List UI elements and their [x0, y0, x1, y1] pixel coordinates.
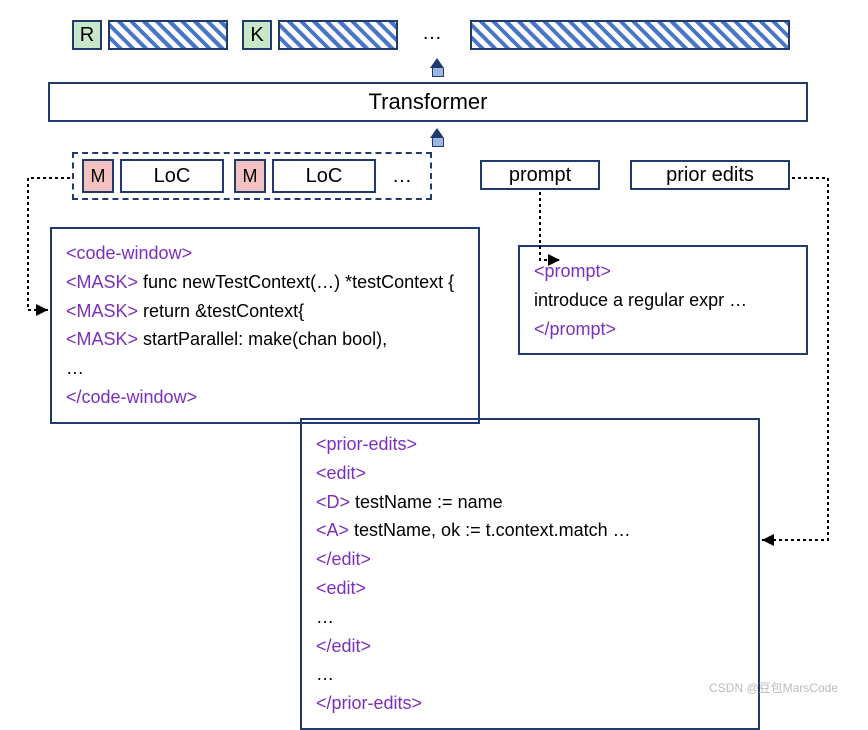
mask-loc-group: M LoC M LoC … — [72, 152, 432, 200]
prior-edits-label: prior edits — [630, 160, 790, 190]
diagram-root: R K … Transformer M LoC M LoC … prompt p… — [20, 20, 848, 700]
prompt-open-tag: <prompt> — [534, 257, 792, 286]
up-arrow-top — [430, 58, 444, 68]
edit-a-line: <A> testName, ok := t.context.match … — [316, 516, 744, 545]
edit-ellipsis-1: … — [316, 603, 744, 632]
top-ellipsis: … — [422, 22, 442, 45]
edit-close-2: </edit> — [316, 632, 744, 661]
token-k: K — [242, 20, 272, 50]
hatched-block-3 — [470, 20, 790, 50]
code-window-open-tag: <code-window> — [66, 239, 464, 268]
transformer-box: Transformer — [48, 82, 808, 122]
prompt-close-tag: </prompt> — [534, 315, 792, 344]
edit-ellipsis-2: … — [316, 660, 744, 689]
mask-token-2: M — [234, 159, 266, 193]
prompt-box: <prompt> introduce a regular expr … </pr… — [518, 245, 808, 355]
code-window-close-tag: </code-window> — [66, 383, 464, 412]
prior-edits-open: <prior-edits> — [316, 430, 744, 459]
mask-token-1: M — [82, 159, 114, 193]
up-arrow-bottom — [430, 128, 444, 138]
code-ellipsis: … — [66, 354, 464, 383]
prior-edits-box: <prior-edits> <edit> <D> testName := nam… — [300, 418, 760, 730]
token-r: R — [72, 20, 102, 50]
code-line-3: <MASK> startParallel: make(chan bool), — [66, 325, 464, 354]
code-window-box: <code-window> <MASK> func newTestContext… — [50, 227, 480, 424]
code-line-2: <MASK> return &testContext{ — [66, 297, 464, 326]
watermark: CSDN @豆包MarsCode — [709, 679, 838, 696]
edit-close-1: </edit> — [316, 545, 744, 574]
hatched-block-2 — [278, 20, 398, 50]
edit-open-2: <edit> — [316, 574, 744, 603]
mask-ellipsis: … — [392, 165, 412, 188]
edit-open-1: <edit> — [316, 459, 744, 488]
prompt-text: introduce a regular expr … — [534, 286, 792, 315]
code-line-1: <MASK> func newTestContext(…) *testConte… — [66, 268, 464, 297]
loc-box-2: LoC — [272, 159, 376, 193]
loc-box-1: LoC — [120, 159, 224, 193]
prior-edits-close: </prior-edits> — [316, 689, 744, 718]
hatched-block-1 — [108, 20, 228, 50]
prompt-label: prompt — [480, 160, 600, 190]
edit-d-line: <D> testName := name — [316, 488, 744, 517]
